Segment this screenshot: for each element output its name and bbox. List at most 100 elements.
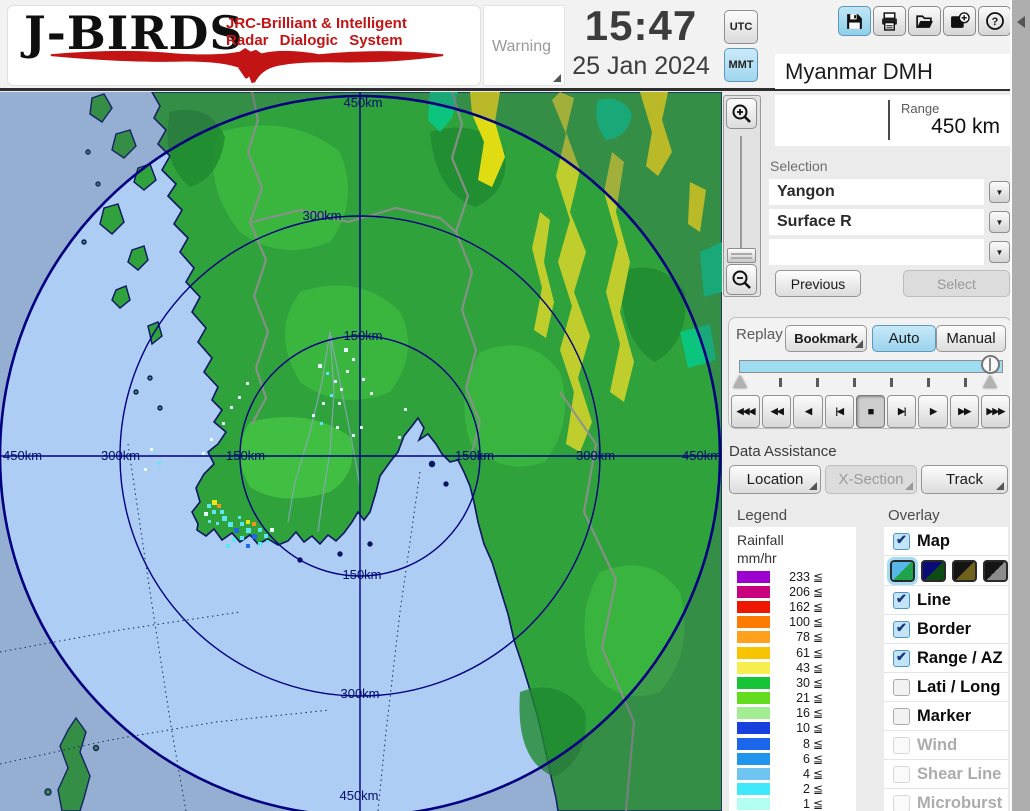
checkbox-map[interactable] bbox=[893, 533, 910, 550]
dropdown-value-field[interactable]: Yangon bbox=[769, 179, 984, 205]
stop-button[interactable]: ■ bbox=[856, 395, 885, 428]
logo-subtitle: JRC-Brilliant & Intelligent Radar Dialog… bbox=[226, 15, 407, 49]
timeline-end-marker[interactable] bbox=[983, 375, 997, 388]
previous-button[interactable]: Previous bbox=[775, 270, 861, 297]
radar-echo-cell bbox=[320, 422, 323, 425]
zoom-out-button[interactable] bbox=[726, 264, 757, 295]
checkbox-line[interactable] bbox=[893, 592, 910, 609]
map-style-terrain[interactable] bbox=[890, 560, 915, 582]
radar-echo-cell bbox=[217, 504, 221, 508]
radar-echo-cell bbox=[338, 402, 341, 405]
screenshot-add-icon bbox=[950, 12, 970, 31]
ring-label: 150km bbox=[226, 448, 265, 463]
dropdown-arrow-button[interactable]: ▼ bbox=[989, 211, 1010, 233]
replay-timeline-slider[interactable] bbox=[739, 360, 1003, 373]
legend-value: 43 bbox=[770, 661, 810, 675]
mmt-button[interactable]: MMT bbox=[724, 48, 758, 82]
legend-entry: 43≦ bbox=[729, 660, 856, 675]
lte-symbol: ≦ bbox=[813, 797, 823, 811]
warning-button[interactable]: Warning bbox=[483, 5, 565, 86]
capture-button[interactable] bbox=[943, 6, 976, 36]
radar-echo-cell bbox=[318, 364, 322, 368]
location-button[interactable]: Location bbox=[729, 465, 821, 494]
radar-echo-cell bbox=[322, 402, 325, 405]
step-back-button[interactable]: |◀ bbox=[825, 395, 854, 428]
manual-button[interactable]: Manual bbox=[936, 325, 1006, 352]
overlay-item-label: Shear Line bbox=[917, 765, 1001, 784]
legend-color-swatch bbox=[737, 722, 770, 734]
radar-echo-cell bbox=[352, 358, 355, 361]
legend-entry: 1≦ bbox=[729, 797, 856, 811]
map-style-selector bbox=[884, 556, 1008, 586]
forward-fastest-button[interactable]: ▶▶▶ bbox=[981, 395, 1010, 428]
lte-symbol: ≦ bbox=[813, 691, 823, 705]
utc-button[interactable]: UTC bbox=[724, 10, 758, 44]
forward-fast-button[interactable]: ▶▶ bbox=[950, 395, 979, 428]
zoom-slider-handle[interactable] bbox=[727, 248, 756, 263]
zoom-in-button[interactable] bbox=[726, 98, 757, 129]
dropdown-arrow-button[interactable]: ▼ bbox=[989, 241, 1010, 263]
replay-slider-handle[interactable] bbox=[981, 355, 1000, 374]
radar-echo-cell bbox=[246, 528, 251, 533]
track-button[interactable]: Track bbox=[921, 465, 1008, 494]
legend-color-swatch bbox=[737, 571, 770, 583]
timeline-tick bbox=[779, 378, 782, 387]
ring-label: 300km bbox=[302, 208, 341, 223]
open-file-button[interactable] bbox=[908, 6, 941, 36]
overlay-item-label: Microburst bbox=[917, 794, 1002, 811]
legend-color-swatch bbox=[737, 662, 770, 674]
legend-value: 8 bbox=[770, 737, 810, 751]
legend-entry: 206≦ bbox=[729, 584, 856, 599]
ring-label: 450km bbox=[3, 448, 42, 463]
step-forward-button[interactable]: ▶| bbox=[887, 395, 916, 428]
collapse-panel-arrow-icon[interactable] bbox=[1017, 16, 1025, 28]
map-style-olive[interactable] bbox=[952, 560, 977, 582]
legend-value: 4 bbox=[770, 767, 810, 781]
checkbox-marker[interactable] bbox=[893, 708, 910, 725]
legend-value: 61 bbox=[770, 646, 810, 660]
timeline-start-marker[interactable] bbox=[733, 375, 747, 388]
legend-entry: 61≦ bbox=[729, 645, 856, 660]
play-button[interactable]: ▶ bbox=[918, 395, 947, 428]
ring-label: 150km bbox=[455, 448, 494, 463]
rewind-fastest-button[interactable]: ◀◀◀ bbox=[731, 395, 760, 428]
dropdown-value-field[interactable] bbox=[769, 239, 984, 265]
lte-symbol: ≦ bbox=[813, 737, 823, 751]
checkbox-lati-long[interactable] bbox=[893, 679, 910, 696]
radar-echo-cell bbox=[258, 542, 262, 546]
ring-label: 450km bbox=[682, 448, 721, 463]
rewind-fast-button[interactable]: ◀◀ bbox=[762, 395, 791, 428]
save-button[interactable] bbox=[838, 6, 871, 36]
radar-echo-cell bbox=[222, 422, 225, 425]
legend-value: 206 bbox=[770, 585, 810, 599]
help-button[interactable]: ? bbox=[978, 6, 1011, 36]
radar-echo-cell bbox=[238, 396, 241, 399]
overlay-item-lati-long: Lati / Long bbox=[884, 673, 1008, 702]
select-button[interactable]: Select bbox=[903, 270, 1010, 297]
checkbox-border[interactable] bbox=[893, 621, 910, 638]
rewind-button[interactable]: ◀ bbox=[793, 395, 822, 428]
map-style-dark[interactable] bbox=[921, 560, 946, 582]
legend-color-swatch bbox=[737, 677, 770, 689]
panel-collapse-strip bbox=[1010, 0, 1030, 811]
radar-echo-cell bbox=[246, 382, 249, 385]
legend-color-swatch bbox=[737, 783, 770, 795]
radar-echo-cell bbox=[340, 388, 343, 391]
legend-entry: 8≦ bbox=[729, 736, 856, 751]
lte-symbol: ≦ bbox=[813, 721, 823, 735]
radar-map-display[interactable]: 450km 300km 150km 150km 300km 450km 450k… bbox=[0, 92, 722, 811]
map-style-gray[interactable] bbox=[983, 560, 1008, 582]
dropdown-arrow-button[interactable]: ▼ bbox=[989, 181, 1010, 203]
zoom-slider-track[interactable] bbox=[740, 136, 742, 254]
radar-echo-cell bbox=[212, 500, 217, 505]
lte-symbol: ≦ bbox=[813, 767, 823, 781]
radar-echo-cell bbox=[360, 426, 363, 429]
checkbox-range-az[interactable] bbox=[893, 650, 910, 667]
auto-button[interactable]: Auto bbox=[872, 325, 936, 352]
radar-echo-cell bbox=[210, 438, 213, 441]
overlay-label: Overlay bbox=[888, 507, 940, 524]
dropdown-value-field[interactable]: Surface R bbox=[769, 209, 984, 235]
bookmark-button[interactable]: Bookmark bbox=[785, 325, 867, 352]
radar-echo-cell bbox=[344, 348, 348, 352]
print-button[interactable] bbox=[873, 6, 906, 36]
